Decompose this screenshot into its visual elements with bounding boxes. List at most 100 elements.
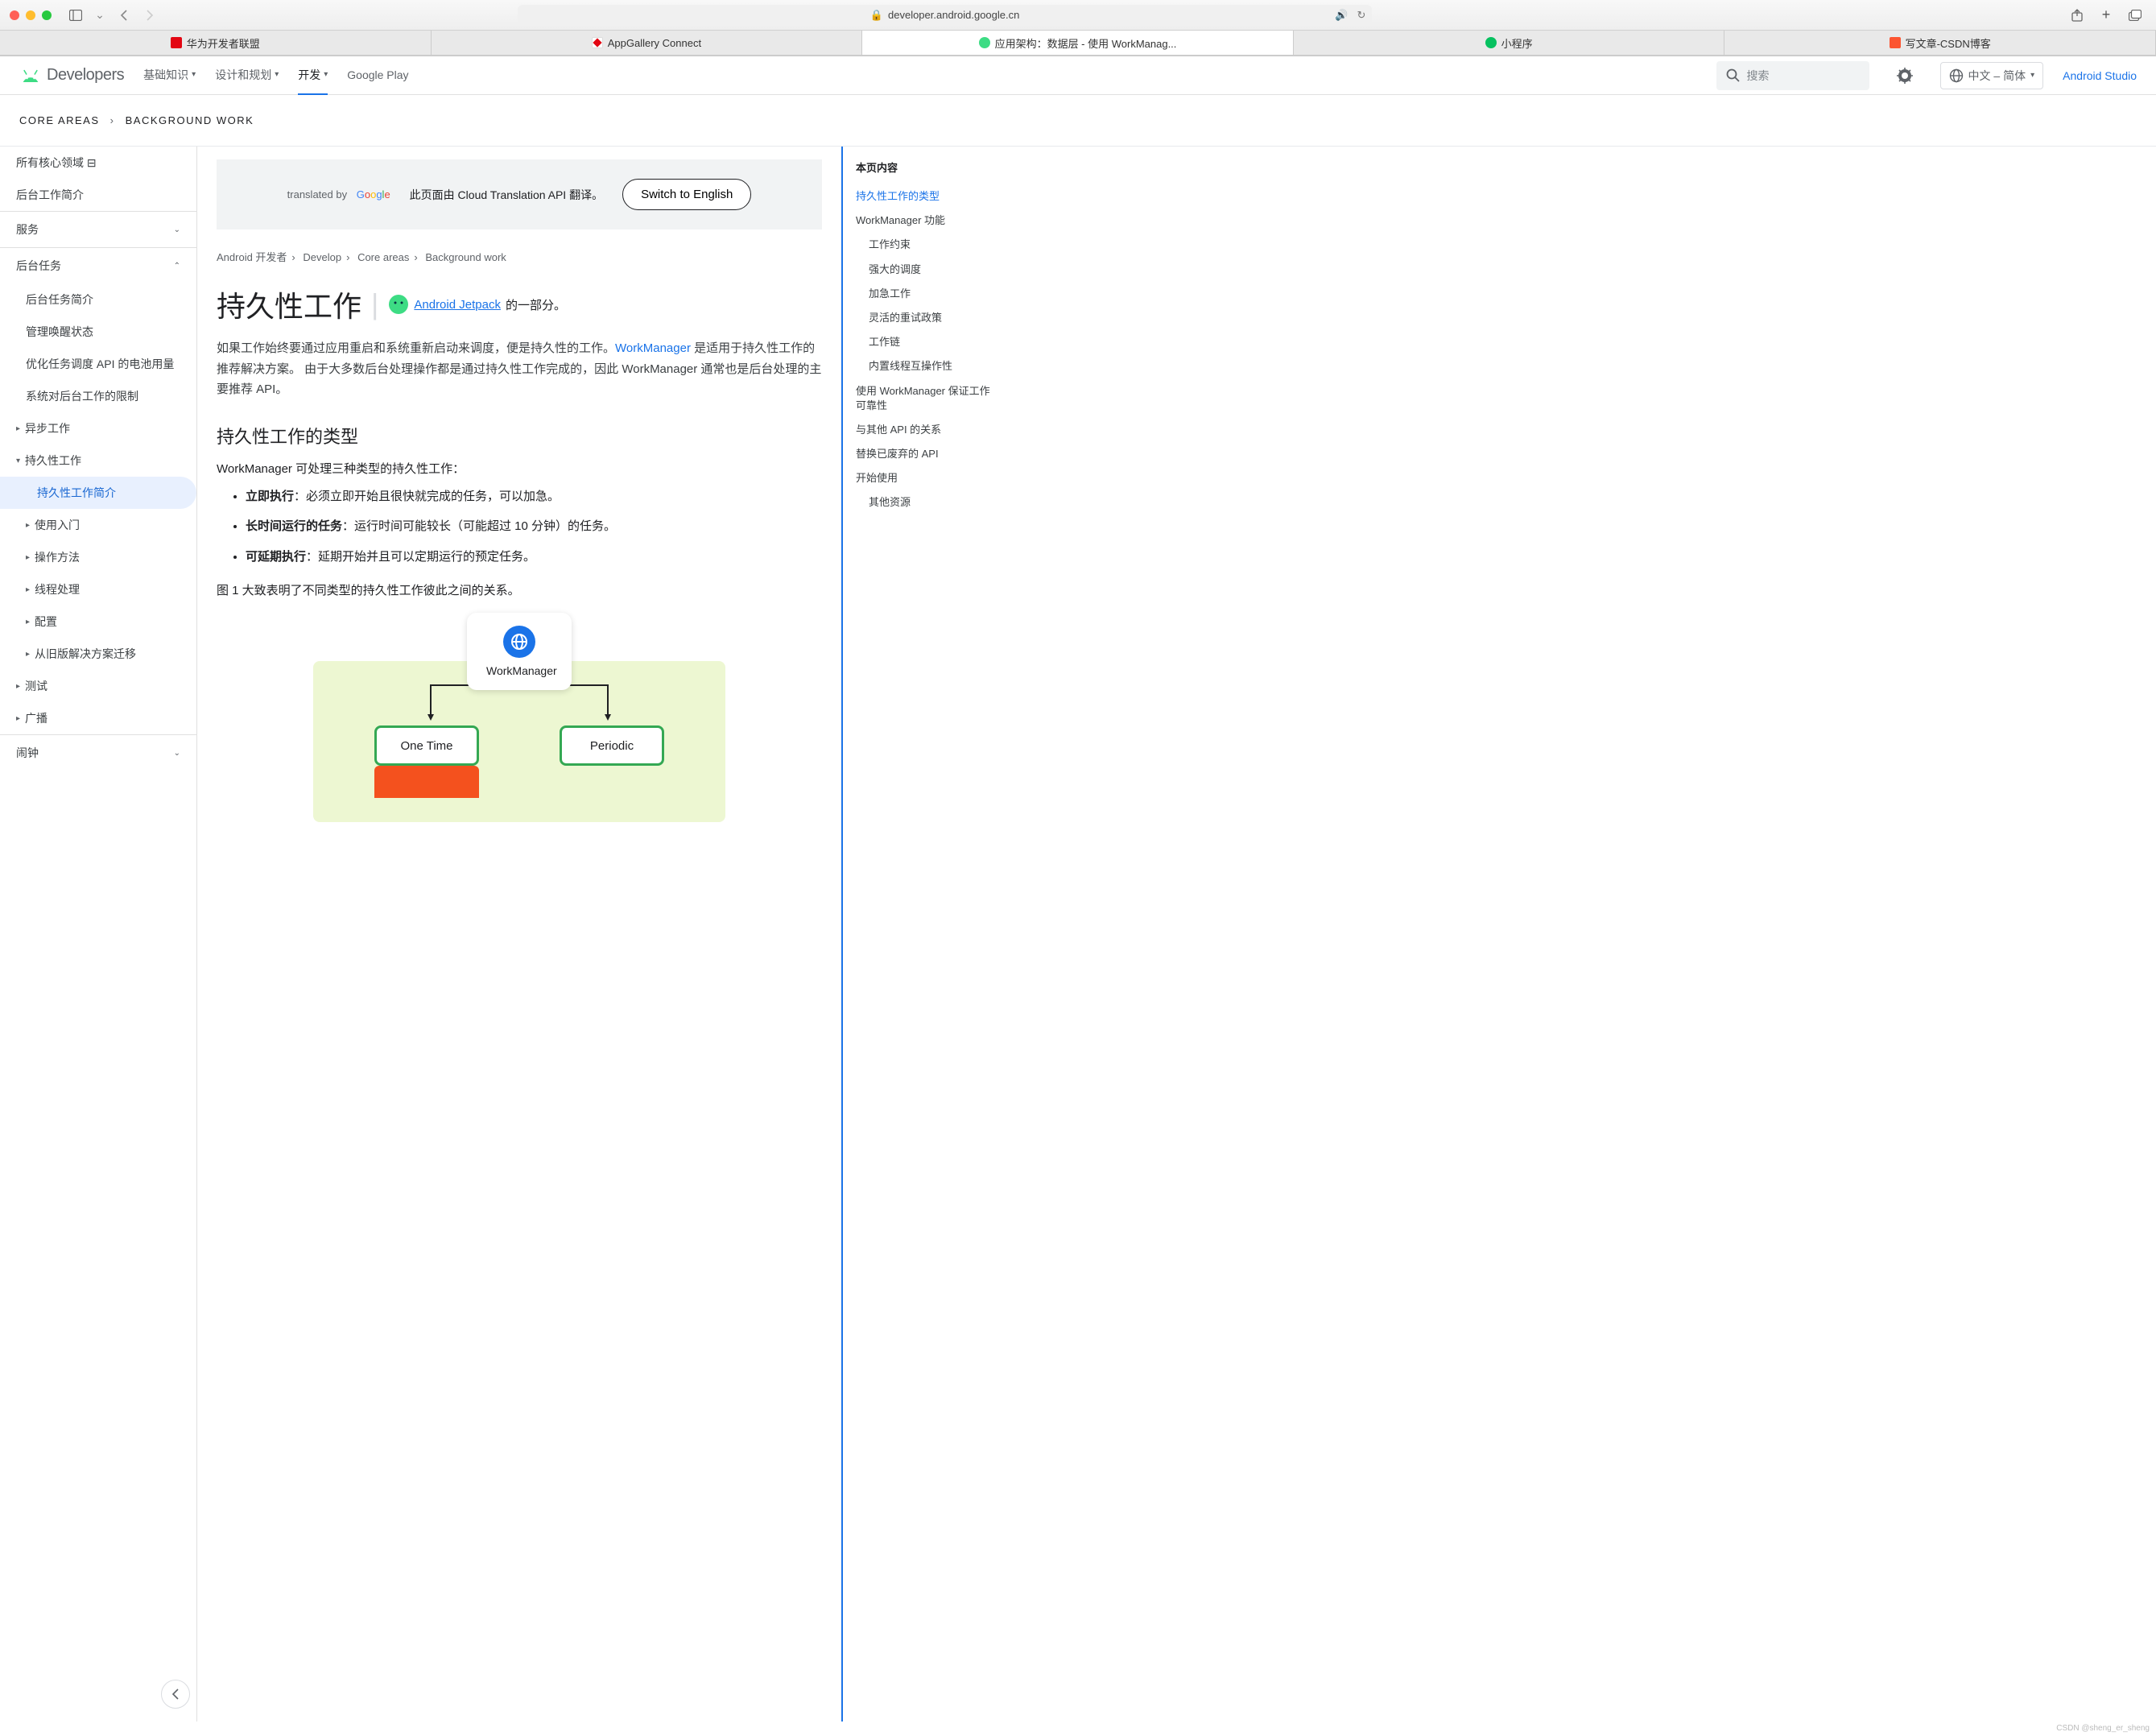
breadcrumb-link[interactable]: Background work — [425, 251, 506, 263]
dark-mode-toggle[interactable] — [1889, 60, 1921, 92]
chevron-right-icon: ▸ — [26, 553, 30, 562]
chevron-right-icon: ▸ — [26, 650, 30, 659]
diagram-label: WorkManager — [486, 664, 557, 677]
new-tab-icon[interactable]: + — [2095, 6, 2117, 25]
collapse-sidebar-button[interactable] — [161, 1680, 190, 1709]
toc-link[interactable]: 其他资源 — [856, 490, 996, 515]
sidebar-toggle-icon[interactable] — [64, 6, 87, 25]
toc-title: 本页内容 — [856, 159, 996, 175]
nav-develop[interactable]: 开发▾ — [298, 56, 328, 95]
toc-link[interactable]: WorkManager 功能 — [856, 209, 996, 233]
audio-playing-icon[interactable]: 🔊 — [1335, 9, 1348, 22]
intro-paragraph: 如果工作始终要通过应用重启和系统重新启动来调度，便是持久性的工作。WorkMan… — [217, 338, 822, 400]
toc-link[interactable]: 强大的调度 — [856, 258, 996, 282]
toc-link[interactable]: 工作约束 — [856, 233, 996, 257]
sidebar-item[interactable]: 所有核心领域 ⊟ — [0, 147, 196, 179]
chevron-down-icon: ▾ — [16, 457, 20, 465]
breadcrumb-item[interactable]: CORE AREAS — [19, 114, 100, 126]
watermark: CSDN @sheng_er_sheng — [2056, 1724, 2150, 1733]
list-item: 长时间运行的任务：运行时间可能较长（可能超过 10 分钟）的任务。 — [246, 516, 822, 537]
workmanager-link[interactable]: WorkManager — [615, 341, 691, 355]
workmanager-diagram: WorkManager One Time Periodic — [217, 613, 822, 790]
chevron-right-icon: ▸ — [26, 585, 30, 594]
share-icon[interactable] — [2066, 6, 2088, 25]
back-button[interactable] — [113, 6, 135, 25]
sidebar-item[interactable]: ▸操作方法 — [0, 541, 196, 573]
forward-button[interactable] — [138, 6, 161, 25]
jetpack-suffix: 的一部分。 — [506, 296, 566, 313]
main-content: translated by Google 此页面由 Cloud Translat… — [197, 147, 841, 1722]
sidebar-group-services[interactable]: 服务⌄ — [0, 212, 196, 247]
window-zoom-icon[interactable] — [42, 10, 52, 20]
sidebar-item[interactable]: 管理唤醒状态 — [0, 316, 196, 348]
browser-tab[interactable]: AppGallery Connect — [432, 31, 863, 55]
sidebar-item-active[interactable]: 持久性工作简介 — [0, 477, 196, 509]
browser-titlebar: ⌄ 🔒 developer.android.google.cn 🔊 ↻ + — [0, 0, 2156, 31]
reload-icon[interactable]: ↻ — [1357, 9, 1365, 22]
translate-message: 此页面由 Cloud Translation API 翻译。 — [410, 187, 603, 203]
sidebar-item[interactable]: ▸使用入门 — [0, 509, 196, 541]
address-bar[interactable]: 🔒 developer.android.google.cn 🔊 ↻ — [518, 5, 1373, 26]
breadcrumb-link[interactable]: Core areas — [357, 251, 409, 263]
sidebar-group-alarm[interactable]: 闹钟⌄ — [0, 735, 196, 771]
lock-icon: 🔒 — [870, 9, 883, 22]
browser-tab[interactable]: 小程序 — [1294, 31, 1725, 55]
browser-tabstrip: 华为开发者联盟 AppGallery Connect 应用架构：数据层 - 使用… — [0, 31, 2156, 56]
chevron-down-icon: ▾ — [2030, 71, 2034, 80]
sidebar-item[interactable]: 后台任务简介 — [0, 283, 196, 316]
diagram-node-periodic: Periodic — [560, 725, 664, 766]
browser-tab[interactable]: 华为开发者联盟 — [0, 31, 432, 55]
developers-logo[interactable]: Developers — [19, 66, 124, 85]
toc-link[interactable]: 内置线程互操作性 — [856, 354, 996, 378]
sidebar-item-test[interactable]: ▸测试 — [0, 670, 196, 702]
chevron-down-icon: ▾ — [275, 70, 279, 79]
search-icon — [1726, 68, 1741, 83]
nav-googleplay[interactable]: Google Play — [347, 56, 408, 95]
sidebar-item[interactable]: 优化任务调度 API 的电池用量 — [0, 348, 196, 380]
translated-by-label: translated by Google — [287, 188, 390, 200]
language-label: 中文 – 简体 — [1968, 68, 2026, 84]
jetpack-link[interactable]: Android Jetpack — [414, 298, 501, 312]
sidebar-item[interactable]: 系统对后台工作的限制 — [0, 380, 196, 412]
toc-link[interactable]: 工作链 — [856, 330, 996, 354]
android-studio-link[interactable]: Android Studio — [2063, 69, 2137, 82]
sidebar-item[interactable]: ▸线程处理 — [0, 573, 196, 606]
toc-link[interactable]: 替换已废弃的 API — [856, 442, 996, 466]
breadcrumb-link[interactable]: Develop — [303, 251, 341, 263]
nav-design[interactable]: 设计和规划▾ — [215, 56, 279, 95]
chevron-down-icon[interactable]: ⌄ — [93, 6, 106, 25]
search-input[interactable]: 搜索 — [1716, 61, 1869, 90]
sidebar-item[interactable]: ▸配置 — [0, 606, 196, 638]
toc-link[interactable]: 使用 WorkManager 保证工作可靠性 — [856, 379, 996, 418]
logo-text: Developers — [47, 66, 124, 85]
browser-tab[interactable]: 写文章-CSDN博客 — [1724, 31, 2156, 55]
huawei-favicon-icon — [171, 37, 182, 48]
browser-tab-active[interactable]: 应用架构：数据层 - 使用 WorkManag... — [862, 31, 1294, 55]
sidebar-item[interactable]: ▸从旧版解决方案迁移 — [0, 638, 196, 670]
window-minimize-icon[interactable] — [26, 10, 35, 20]
sidebar-item[interactable]: 后台工作简介 — [0, 179, 196, 211]
toc-link[interactable]: 开始使用 — [856, 466, 996, 490]
toc-link[interactable]: 灵活的重试政策 — [856, 306, 996, 330]
table-of-contents: 本页内容 持久性工作的类型 WorkManager 功能 工作约束 强大的调度 … — [841, 147, 1002, 1722]
sidebar-item-async[interactable]: ▸异步工作 — [0, 412, 196, 444]
switch-to-english-button[interactable]: Switch to English — [622, 179, 751, 210]
nav-basics[interactable]: 基础知识▾ — [143, 56, 196, 95]
tab-overview-icon[interactable] — [2124, 6, 2146, 25]
breadcrumb-link[interactable]: Android 开发者 — [217, 251, 287, 263]
sidebar-item-persistent[interactable]: ▾持久性工作 — [0, 444, 196, 477]
translate-banner: translated by Google 此页面由 Cloud Translat… — [217, 159, 822, 229]
breadcrumb-item[interactable]: BACKGROUND WORK — [126, 114, 254, 126]
sidebar-item-broadcast[interactable]: ▸广播 — [0, 702, 196, 734]
window-close-icon[interactable] — [10, 10, 19, 20]
language-selector[interactable]: 中文 – 简体 ▾ — [1940, 62, 2044, 89]
toc-link[interactable]: 与其他 API 的关系 — [856, 418, 996, 442]
section-breadcrumb: CORE AREAS › BACKGROUND WORK — [0, 95, 2156, 147]
toc-link[interactable]: 持久性工作的类型 — [856, 184, 996, 209]
toc-link[interactable]: 加急工作 — [856, 282, 996, 306]
jetpack-icon — [388, 294, 409, 315]
figure-description: 图 1 大致表明了不同类型的持久性工作彼此之间的关系。 — [217, 581, 822, 598]
section-heading: 持久性工作的类型 — [217, 423, 822, 448]
chevron-down-icon: ▾ — [324, 70, 328, 79]
sidebar-group-bgtasks[interactable]: 后台任务⌃ — [0, 248, 196, 283]
